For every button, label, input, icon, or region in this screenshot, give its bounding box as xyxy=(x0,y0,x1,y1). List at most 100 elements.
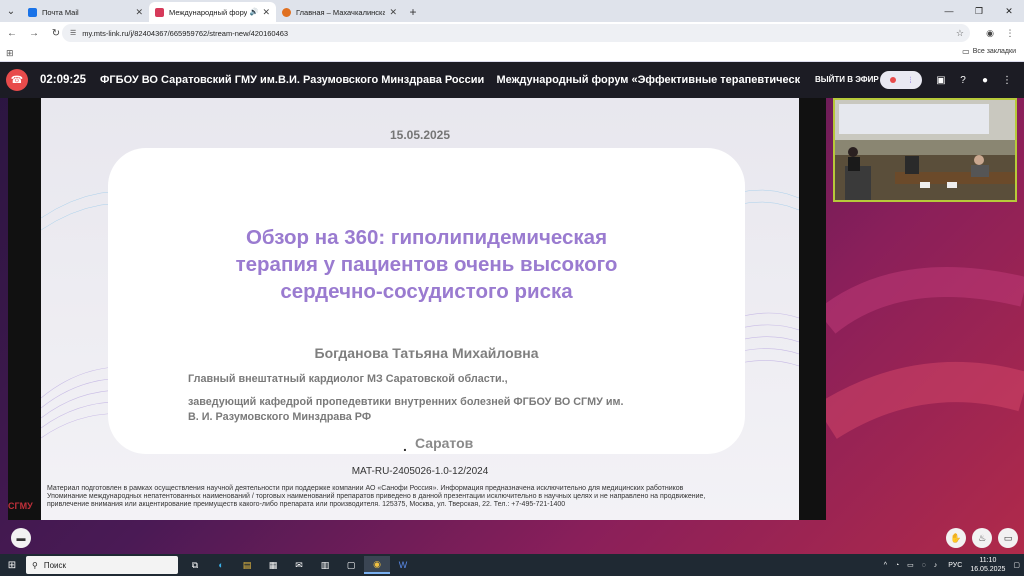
tab-search-chevron-icon[interactable]: ⌄ xyxy=(0,0,22,22)
speaker-role: заведующий кафедрой пропедевтики внутрен… xyxy=(188,396,624,408)
fire-icon: ♨ xyxy=(977,532,987,543)
input-language[interactable]: РУС xyxy=(948,562,962,569)
mail-favicon-icon xyxy=(28,7,37,17)
tab-title: Международный форум « xyxy=(169,7,247,17)
speaker-video[interactable] xyxy=(833,98,1017,202)
task-view-icon[interactable]: ⧉ xyxy=(182,556,208,574)
speaker-role: В. И. Разумовского Минздрава РФ xyxy=(188,411,372,423)
tab-clinic[interactable]: Главная – Махачкалинская кл ✕ xyxy=(276,2,403,22)
clinic-favicon-icon xyxy=(282,7,291,17)
event-title: ФГБОУ ВО Саратовский ГМУ им.В.И. Разумов… xyxy=(100,74,801,86)
presentation-stage: 15.05.2025 Обзор на 360: гиполипидемичес… xyxy=(8,98,826,520)
audio-wave-icon: ⦙ xyxy=(909,74,912,85)
record-dot-icon xyxy=(890,77,897,83)
help-icon[interactable]: ? xyxy=(952,71,974,89)
go-live-button[interactable]: ВЫЙТИ В ЭФИР xyxy=(815,75,879,84)
system-clock[interactable]: 11:10 16.05.2025 xyxy=(970,556,1005,574)
city-name: Саратов xyxy=(415,435,474,451)
minimize-icon[interactable]: — xyxy=(934,0,964,22)
edge-icon[interactable]: ◐ xyxy=(208,556,234,574)
layout-icon: ▭ xyxy=(1003,532,1013,543)
bookmarks-bar: ⊞ ▭ Все закладки xyxy=(0,44,1024,62)
close-icon[interactable]: ✕ xyxy=(135,7,143,18)
session-timer: 02:09:25 xyxy=(40,74,87,86)
mail-icon[interactable]: ✉ xyxy=(286,556,312,574)
close-window-icon[interactable]: ✕ xyxy=(994,0,1024,22)
clock-date: 16.05.2025 xyxy=(970,566,1006,573)
recording-indicator[interactable]: ⦙ xyxy=(880,71,922,89)
webinar-header: ☎ 02:09:25 ФГБОУ ВО Саратовский ГМУ им.В… xyxy=(0,62,1024,98)
phone-hangup-icon: ☎ xyxy=(10,74,24,86)
taskbar-apps: ⧉ ◐ ▤ ▦ ✉ ▥ ▢ ◉ W xyxy=(182,556,416,574)
slide-title-line: сердечно-сосудистого риска xyxy=(280,280,573,303)
city-bullet: . xyxy=(403,438,407,454)
video-feed-image xyxy=(835,100,1015,200)
file-explorer-icon[interactable]: ▤ xyxy=(234,556,260,574)
mts-link-favicon-icon xyxy=(155,7,164,17)
header-actions: ▣ ? ● ⋮ xyxy=(930,71,1018,89)
calculator-icon[interactable]: ▥ xyxy=(312,556,338,574)
tab-title: Почта Mail xyxy=(42,7,79,17)
folder-icon: ▭ xyxy=(962,47,970,56)
sgmu-logo: СГМУ xyxy=(8,501,33,511)
close-icon[interactable]: ✕ xyxy=(389,7,397,18)
windows-start-icon[interactable]: ⊞ xyxy=(0,554,24,576)
toolbar-right: ◉ ⋮ xyxy=(980,24,1020,42)
restore-icon[interactable]: ❐ xyxy=(964,0,994,22)
window-controls: — ❐ ✕ xyxy=(934,0,1024,22)
slide-title-line: терапия у пациентов очень высокого xyxy=(235,253,618,276)
reactions-button[interactable]: ♨ xyxy=(972,528,992,548)
all-bookmarks-button[interactable]: ▭ Все закладки xyxy=(962,47,1016,56)
raise-hand-button[interactable]: ✋ xyxy=(946,528,966,548)
chrome-icon[interactable]: ◉ xyxy=(364,556,390,574)
word-icon[interactable]: W xyxy=(390,556,416,574)
bookmark-star-icon[interactable]: ☆ xyxy=(956,28,964,39)
speaker-role: Главный внештатный кардиолог МЗ Саратовс… xyxy=(188,373,508,385)
browser-toolbar: ← → ↻ ☰ my.mts-link.ru/j/82404367/665959… xyxy=(0,22,1024,44)
tray-icons[interactable]: ^ ◔ ▭ ◌ ♪ xyxy=(884,561,941,569)
app-icon[interactable]: ▢ xyxy=(338,556,364,574)
new-tab-button[interactable]: + xyxy=(403,2,423,22)
notifications-icon[interactable]: ▢ xyxy=(1013,561,1020,569)
tab-mail[interactable]: Почта Mail ✕ xyxy=(22,2,149,22)
disclaimer: Материал подготовлен в рамках осуществле… xyxy=(47,485,795,510)
tab-forum[interactable]: Международный форум « 🔊 ✕ xyxy=(149,2,276,22)
message-icon: ▬ xyxy=(16,533,26,543)
chat-icon[interactable]: ▣ xyxy=(930,71,952,89)
speaker-icon[interactable]: 🔊 xyxy=(250,8,259,16)
site-info-icon[interactable]: ☰ xyxy=(70,29,76,37)
url-text: my.mts-link.ru/j/82404367/665959762/stre… xyxy=(82,28,289,38)
slide-title-line: Обзор на 360: гиполипидемическая xyxy=(245,226,608,249)
apps-grid-icon[interactable]: ⊞ xyxy=(6,48,14,59)
close-icon[interactable]: ✕ xyxy=(262,7,270,18)
forward-icon[interactable]: → xyxy=(24,23,44,43)
speaker-name: Богданова Татьяна Михайловна xyxy=(314,345,539,361)
tab-title: Главная – Махачкалинская кл xyxy=(296,7,386,17)
slide-title: Обзор на 360: гиполипидемическая терапия… xyxy=(108,224,745,305)
back-icon[interactable]: ← xyxy=(2,23,22,43)
address-bar[interactable]: ☰ my.mts-link.ru/j/82404367/665959762/st… xyxy=(62,24,970,42)
slide-date: 15.05.2025 xyxy=(389,128,451,142)
hand-icon: ✋ xyxy=(950,532,962,543)
screen-layout-button[interactable]: ▭ xyxy=(998,528,1018,548)
disclaimer-line: привлечение внимания или акцентирование … xyxy=(47,501,566,509)
windows-taskbar: ⊞ ⚲ Поиск ⧉ ◐ ▤ ▦ ✉ ▥ ▢ ◉ W ^ ◔ ▭ ◌ ♪ РУ… xyxy=(0,554,1024,576)
participants-icon[interactable]: ● xyxy=(974,71,996,89)
all-bookmarks-label: Все закладки xyxy=(972,48,1016,55)
taskbar-search-box[interactable]: ⚲ Поиск xyxy=(26,556,178,574)
clock-time: 11:10 xyxy=(979,557,997,564)
material-code: MAT-RU-2405026-1.0-12/2024 xyxy=(351,466,489,477)
store-icon[interactable]: ▦ xyxy=(260,556,286,574)
search-icon: ⚲ xyxy=(32,560,38,570)
profile-icon[interactable]: ◉ xyxy=(980,24,1000,42)
system-tray: ^ ◔ ▭ ◌ ♪ РУС 11:10 16.05.2025 ▢ xyxy=(884,554,1020,576)
chat-bubble-button[interactable]: ▬ xyxy=(11,528,31,548)
disclaimer-line: Материал подготовлен в рамках осуществле… xyxy=(47,485,684,492)
menu-icon[interactable]: ⋮ xyxy=(1000,24,1020,42)
browser-tab-bar: ⌄ Почта Mail ✕ Международный форум « 🔊 ✕… xyxy=(0,0,1024,22)
search-placeholder: Поиск xyxy=(43,560,67,570)
webinar-app: ☎ 02:09:25 ФГБОУ ВО Саратовский ГМУ им.В… xyxy=(0,62,1024,554)
leave-call-button[interactable]: ☎ xyxy=(6,69,28,91)
presentation-slide: 15.05.2025 Обзор на 360: гиполипидемичес… xyxy=(41,98,799,520)
more-options-icon[interactable]: ⋮ xyxy=(996,71,1018,89)
